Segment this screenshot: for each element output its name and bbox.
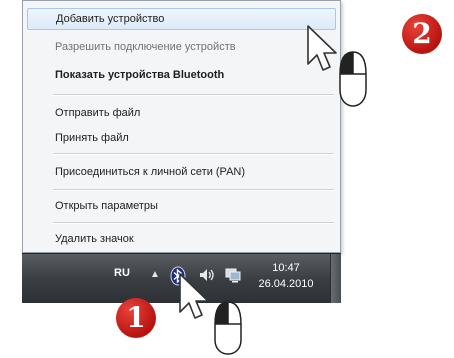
bluetooth-context-menu: Добавить устройство Разрешить подключени… bbox=[22, 0, 341, 253]
menu-item-show-bluetooth-devices[interactable]: Показать устройства Bluetooth bbox=[27, 64, 336, 86]
menu-separator bbox=[53, 189, 334, 191]
clock-date: 26.04.2010 bbox=[258, 278, 314, 290]
menu-separator bbox=[53, 94, 334, 96]
show-hidden-icons-arrow[interactable]: ▲ bbox=[150, 269, 160, 280]
menu-item-open-settings[interactable]: Открыть параметры bbox=[27, 195, 336, 217]
menu-item-join-pan[interactable]: Присоединиться к личной сети (PAN) bbox=[27, 161, 336, 183]
mouse-pointer-icon bbox=[179, 273, 209, 319]
menu-separator bbox=[53, 222, 334, 224]
language-indicator[interactable]: RU bbox=[114, 267, 130, 279]
network-icon[interactable] bbox=[224, 266, 242, 284]
system-clock[interactable]: 10:47 26.04.2010 bbox=[254, 260, 318, 292]
step-1-badge: 1 bbox=[116, 298, 156, 338]
mouse-left-click-icon bbox=[214, 301, 242, 355]
menu-item-allow-connections[interactable]: Разрешить подключение устройств bbox=[27, 36, 336, 58]
menu-separator bbox=[53, 153, 334, 155]
clock-time: 10:47 bbox=[272, 262, 300, 274]
menu-item-remove-icon[interactable]: Удалить значок bbox=[27, 228, 336, 250]
menu-item-send-file[interactable]: Отправить файл bbox=[27, 102, 336, 124]
mouse-left-click-icon bbox=[339, 51, 367, 107]
show-desktop-button[interactable] bbox=[330, 254, 341, 303]
menu-item-receive-file[interactable]: Принять файл bbox=[27, 127, 336, 149]
menu-item-add-device[interactable]: Добавить устройство bbox=[27, 8, 336, 30]
step-2-badge: 2 bbox=[402, 14, 442, 54]
